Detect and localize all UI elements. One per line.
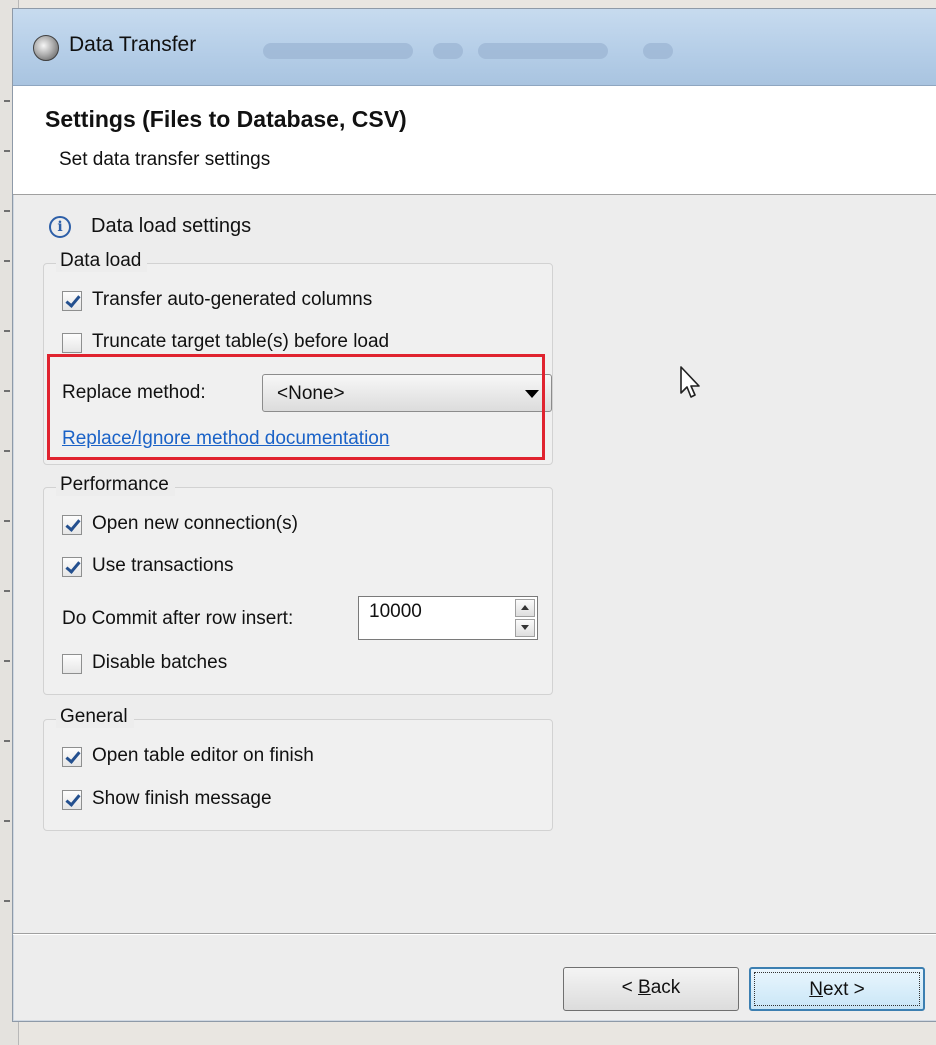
checkbox-box[interactable] <box>62 557 82 577</box>
checkbox-box[interactable] <box>62 515 82 535</box>
wizard-header: Settings (Files to Database, CSV) Set da… <box>13 86 936 195</box>
next-button-mnemonic: N <box>809 979 823 1000</box>
checkbox-box[interactable] <box>62 291 82 311</box>
general-group: General Open table editor on finish Show… <box>43 706 553 831</box>
checkbox-label: Use transactions <box>92 555 234 576</box>
background-tick <box>4 260 10 262</box>
background-tick <box>4 590 10 592</box>
background-tick <box>4 330 10 332</box>
checkbox-label: Disable batches <box>92 652 228 673</box>
page-title: Settings (Files to Database, CSV) <box>45 106 407 132</box>
app-icon <box>33 35 59 61</box>
checkbox-label: Open new connection(s) <box>92 513 298 534</box>
blurred-background-tab <box>478 43 608 59</box>
performance-group: Performance Open new connection(s) Use t… <box>43 474 553 695</box>
blurred-background-tab <box>433 43 463 59</box>
focus-ring: Next > <box>754 972 920 1006</box>
background-tick <box>4 820 10 822</box>
background-tick <box>4 660 10 662</box>
group-legend: Performance <box>56 474 175 496</box>
back-button[interactable]: < Back <box>563 967 739 1011</box>
page-subtitle: Set data transfer settings <box>59 149 271 170</box>
checkbox-box[interactable] <box>62 333 82 353</box>
window-title: Data Transfer <box>69 33 197 56</box>
checkbox-label: Transfer auto-generated columns <box>92 289 373 310</box>
background-tick <box>4 210 10 212</box>
mouse-cursor-icon <box>680 366 700 398</box>
spinner-up-icon[interactable] <box>515 599 535 617</box>
commit-after-row-label: Do Commit after row insert: <box>62 608 294 629</box>
spinner-down-icon[interactable] <box>515 619 535 637</box>
checkbox-label: Show finish message <box>92 788 272 809</box>
checkbox-box[interactable] <box>62 654 82 674</box>
next-button-rest: ext > <box>823 979 865 1000</box>
background-tick <box>4 740 10 742</box>
background-tick <box>4 900 10 902</box>
blurred-background-tab <box>263 43 413 59</box>
title-bar[interactable]: Data Transfer <box>13 9 936 86</box>
group-legend: General <box>56 706 134 728</box>
commit-row-value[interactable]: 10000 <box>369 601 422 623</box>
background-tick <box>4 390 10 392</box>
next-button[interactable]: Next > <box>749 967 925 1011</box>
checkbox-label: Open table editor on finish <box>92 745 314 766</box>
commit-row-spinner[interactable]: 10000 <box>358 596 538 640</box>
background-tick <box>4 150 10 152</box>
data-transfer-dialog: Data Transfer Settings (Files to Databas… <box>12 8 936 1022</box>
back-button-mnemonic: B <box>638 977 651 998</box>
highlight-box <box>47 354 545 460</box>
checkbox-label: Truncate target table(s) before load <box>92 331 390 352</box>
info-label: Data load settings <box>91 215 252 237</box>
background-tick <box>4 520 10 522</box>
background-tick <box>4 450 10 452</box>
footer-separator <box>13 933 936 935</box>
back-button-prefix: < <box>621 977 639 998</box>
group-legend: Data load <box>56 250 148 272</box>
checkbox-box[interactable] <box>62 790 82 810</box>
blurred-background-tab <box>643 43 673 59</box>
background-tick <box>4 100 10 102</box>
info-icon: i <box>49 216 71 238</box>
back-button-rest: ack <box>650 977 681 998</box>
checkbox-box[interactable] <box>62 747 82 767</box>
